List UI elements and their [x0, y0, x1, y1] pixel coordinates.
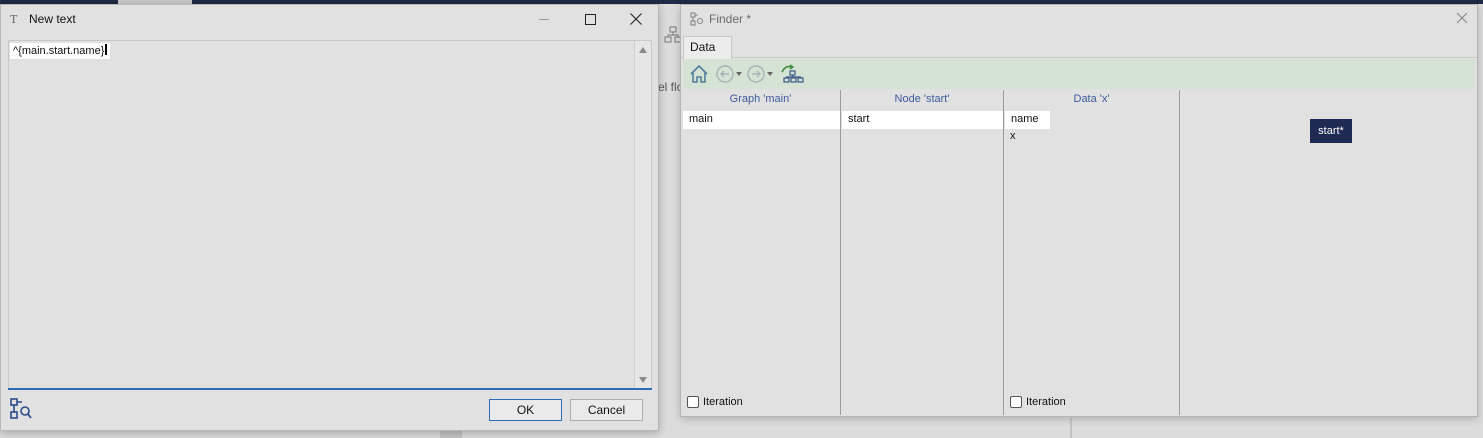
close-button[interactable]: [613, 5, 659, 33]
editor-line[interactable]: ^{main.start.name}: [10, 43, 111, 59]
home-button[interactable]: [688, 63, 710, 85]
node-column-header: Node 'start': [894, 93, 950, 105]
close-icon[interactable]: [1455, 11, 1469, 25]
back-icon: [716, 65, 742, 83]
finder-title: Finder *: [709, 12, 752, 26]
forward-button[interactable]: [746, 63, 774, 85]
ok-button[interactable]: OK: [489, 399, 562, 421]
forward-icon: [747, 65, 773, 83]
editor-focus-underline: [8, 388, 652, 390]
graph-iteration-checkbox[interactable]: Iteration: [687, 396, 743, 408]
vertical-scrollbar[interactable]: [634, 41, 651, 389]
graph-refresh-button[interactable]: [779, 63, 805, 85]
checkbox-box[interactable]: [687, 396, 699, 408]
back-button[interactable]: [715, 63, 743, 85]
node-preview-badge[interactable]: start*: [1310, 119, 1352, 143]
node-item-start[interactable]: start: [842, 111, 1003, 129]
finder-window: Finder * Data Graph 'main' main Iteratio…: [680, 4, 1478, 417]
checkbox-box[interactable]: [1010, 396, 1022, 408]
minimize-button[interactable]: [521, 5, 567, 33]
data-item-name[interactable]: name: [1005, 111, 1050, 129]
dialog-title: New text: [29, 12, 76, 26]
home-icon: [690, 64, 708, 83]
finder-icon: [690, 12, 704, 26]
maximize-icon: [584, 13, 596, 25]
close-icon: [630, 13, 642, 25]
finder-title-bar[interactable]: Finder *: [681, 5, 1477, 33]
iteration-label: Iteration: [703, 396, 743, 408]
text-icon: T: [10, 13, 18, 26]
graph-refresh-icon: [781, 64, 804, 83]
node-search-icon[interactable]: [9, 397, 33, 421]
data-column-header: Data 'x': [1073, 93, 1110, 105]
graph-item-main[interactable]: main: [683, 111, 840, 129]
text-caret: [105, 44, 108, 55]
finder-tab-bar: Data: [681, 36, 1477, 59]
data-column: Data 'x' name x Iteration: [1004, 90, 1180, 415]
tab-data[interactable]: Data: [683, 36, 732, 59]
graph-column-header: Graph 'main': [729, 93, 792, 105]
minimize-icon: [538, 18, 549, 20]
maximize-button[interactable]: [567, 5, 613, 33]
scroll-up-arrow-icon[interactable]: [639, 47, 647, 53]
background-panel-divider: [1070, 418, 1072, 438]
finder-columns: Graph 'main' main Iteration Node 'start'…: [681, 90, 1477, 415]
text-editor[interactable]: ^{main.start.name}: [8, 40, 652, 390]
data-item-x[interactable]: x: [1010, 130, 1016, 142]
dialog-title-bar[interactable]: T New text: [1, 5, 658, 33]
scroll-down-arrow-icon[interactable]: [639, 377, 647, 383]
node-column: Node 'start' start: [841, 90, 1004, 415]
editor-value: ^{main.start.name}: [13, 45, 105, 57]
cancel-button[interactable]: Cancel: [570, 399, 643, 421]
iteration-label: Iteration: [1026, 396, 1066, 408]
graph-column: Graph 'main' main Iteration: [681, 90, 841, 415]
finder-toolbar: [683, 59, 1475, 89]
new-text-dialog: T New text ^{main.start.name} OK Cancel: [0, 4, 659, 431]
data-iteration-checkbox[interactable]: Iteration: [1010, 396, 1066, 408]
